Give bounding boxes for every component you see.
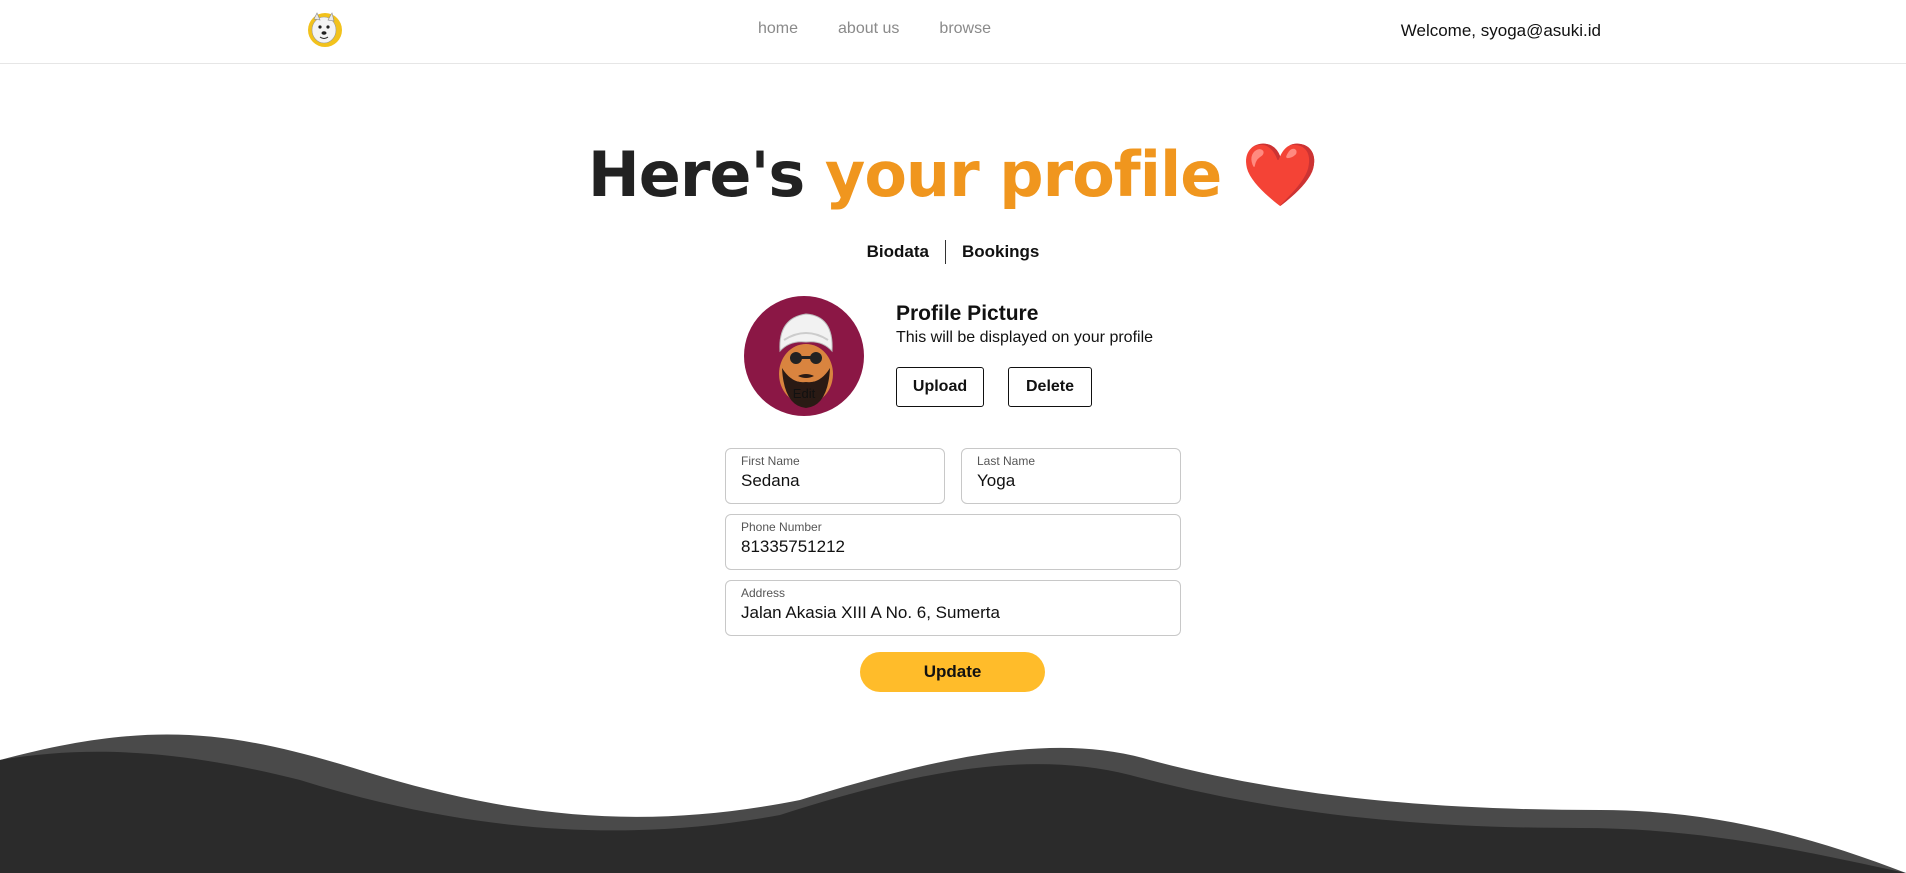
nav-about-link[interactable]: about us	[838, 20, 899, 38]
page-title: Here's your profile ❤️	[0, 138, 1906, 212]
tab-bookings[interactable]: Bookings	[946, 242, 1055, 262]
profile-tabs: Biodata Bookings	[0, 240, 1906, 264]
first-name-input[interactable]	[741, 471, 927, 491]
delete-button[interactable]: Delete	[1008, 367, 1092, 407]
address-field: Address	[725, 580, 1181, 636]
last-name-input[interactable]	[977, 471, 1163, 491]
title-prefix: Here's	[587, 138, 825, 211]
title-accent: your profile	[824, 138, 1222, 211]
navbar: home about us browse Welcome, syoga@asuk…	[0, 0, 1906, 64]
upload-button[interactable]: Upload	[896, 367, 984, 407]
avatar[interactable]: Edit	[744, 296, 864, 416]
address-input[interactable]	[741, 603, 1127, 623]
nav-browse-link[interactable]: browse	[939, 20, 991, 38]
heart-icon: ❤️	[1241, 138, 1319, 211]
dog-logo-icon[interactable]	[305, 9, 345, 49]
last-name-label: Last Name	[977, 454, 1036, 468]
welcome-user[interactable]: Welcome, syoga@asuki.id	[1401, 21, 1601, 41]
footer-waves	[0, 734, 1906, 873]
avatar-edit-label[interactable]: Edit	[744, 386, 864, 401]
first-name-label: First Name	[741, 454, 800, 468]
last-name-field: Last Name	[961, 448, 1181, 504]
profile-picture-title: Profile Picture	[896, 302, 1039, 325]
address-label: Address	[741, 586, 786, 600]
phone-field: Phone Number	[725, 514, 1181, 570]
first-name-field: First Name	[725, 448, 945, 504]
phone-input[interactable]	[741, 537, 1127, 557]
nav-home-link[interactable]: home	[758, 20, 798, 38]
profile-picture-subtitle: This will be displayed on your profile	[896, 329, 1154, 346]
tab-biodata[interactable]: Biodata	[851, 242, 945, 262]
update-button[interactable]: Update	[860, 652, 1045, 692]
main-nav: home about us browse	[758, 20, 1031, 38]
phone-label: Phone Number	[741, 520, 822, 534]
